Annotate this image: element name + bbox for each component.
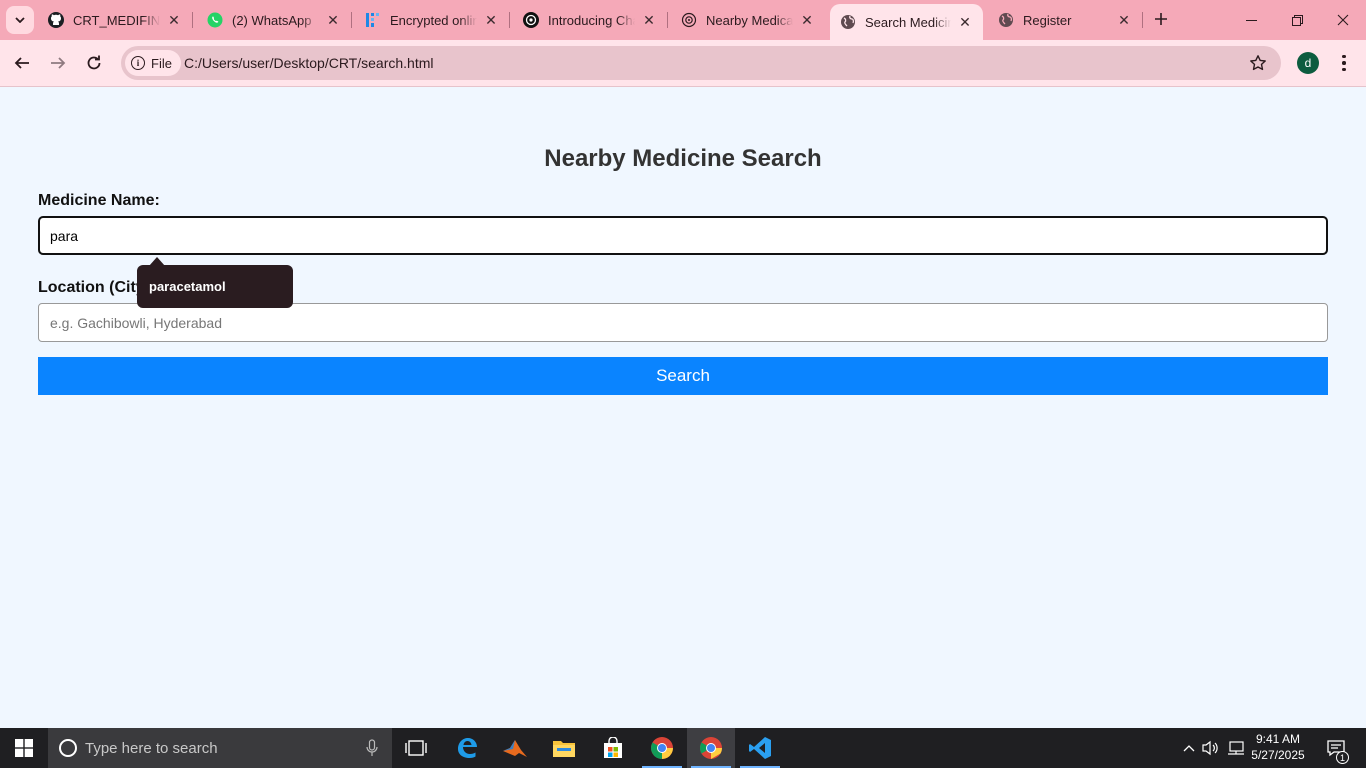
tab-register[interactable]: Register ✕: [980, 0, 1143, 40]
speaker-icon: [1202, 740, 1218, 756]
openai-icon: [681, 12, 697, 28]
whatsapp-icon: [207, 12, 223, 28]
windows-logo-icon: [15, 739, 33, 757]
microphone-icon[interactable]: [366, 739, 378, 762]
taskbar-matlab[interactable]: [491, 728, 539, 768]
tab-whatsapp[interactable]: (2) WhatsApp ✕: [189, 0, 352, 40]
tab-separator: [1142, 12, 1143, 28]
close-tab-icon[interactable]: ✕: [639, 10, 659, 30]
notification-count: 1: [1336, 751, 1349, 764]
tab-title: (2) WhatsApp: [232, 12, 312, 28]
task-view-button[interactable]: [392, 728, 440, 768]
chrome-icon: [651, 737, 673, 759]
tab-encrypted[interactable]: Encrypted online… ✕: [347, 0, 510, 40]
edge-icon: [458, 738, 477, 758]
bookmark-star-icon[interactable]: [1248, 53, 1268, 73]
openai-icon: [523, 12, 539, 28]
location-placeholder: e.g. Gachibowli, Hyderabad: [50, 314, 222, 331]
browser-toolbar: i File C:/Users/user/Desktop/CRT/search.…: [0, 40, 1366, 87]
vscode-icon: [749, 737, 771, 759]
chevron-up-icon: [1183, 745, 1195, 752]
start-button[interactable]: [0, 728, 48, 768]
info-icon: i: [131, 56, 145, 70]
cortana-icon: [59, 739, 77, 757]
task-view-icon: [405, 740, 427, 756]
tab-title: Introducing ChatGPT: [548, 12, 635, 28]
restore-icon: [1291, 14, 1303, 26]
tab-search-medicine[interactable]: Search Medicine ✕: [830, 4, 983, 40]
autocomplete-suggestion[interactable]: paracetamol: [137, 257, 293, 308]
taskbar-edge[interactable]: [443, 728, 491, 768]
restore-button[interactable]: [1274, 0, 1320, 40]
site-info-chip[interactable]: i File: [125, 50, 181, 76]
browser-menu-icon[interactable]: [1334, 50, 1354, 76]
chevron-down-icon: [15, 17, 25, 23]
forward-button[interactable]: [45, 50, 71, 76]
suggestion-text: paracetamol: [149, 279, 226, 294]
close-tab-icon[interactable]: ✕: [164, 10, 184, 30]
taskbar-search-placeholder: Type here to search: [85, 739, 218, 757]
taskbar-store[interactable]: [589, 728, 637, 768]
back-button[interactable]: [9, 50, 35, 76]
plus-icon: [1155, 13, 1167, 25]
matlab-icon: [503, 740, 527, 757]
notification-center-button[interactable]: 1: [1320, 728, 1352, 768]
tab-nearby-medical[interactable]: Nearby Medical… ✕: [663, 0, 825, 40]
taskbar-clock[interactable]: 9:41 AM 5/27/2025: [1250, 731, 1306, 763]
blue-logo-icon: [365, 12, 381, 28]
store-icon: [604, 737, 622, 758]
clock-time: 9:41 AM: [1255, 732, 1301, 746]
tab-strip: CRT_MEDIFIND/… ✕ (2) WhatsApp ✕ Encrypte…: [0, 0, 1366, 40]
url-text[interactable]: C:/Users/user/Desktop/CRT/search.html: [184, 55, 433, 71]
medicine-name-input[interactable]: para: [38, 216, 1328, 255]
close-icon: [1337, 14, 1349, 26]
taskbar-vscode[interactable]: [736, 728, 784, 768]
medicine-name-label: Medicine Name:: [38, 192, 160, 209]
taskbar-file-explorer[interactable]: [540, 728, 588, 768]
reload-icon: [87, 55, 101, 70]
search-button[interactable]: Search: [38, 357, 1328, 395]
network-button[interactable]: [1224, 728, 1248, 768]
tab-github[interactable]: CRT_MEDIFIND/… ✕: [30, 0, 193, 40]
taskbar-chrome[interactable]: [638, 728, 686, 768]
close-window-button[interactable]: [1320, 0, 1366, 40]
close-tab-icon[interactable]: ✕: [1114, 10, 1134, 30]
windows-taskbar: Type here to search 9:41 AM 5/27/2025 1: [0, 728, 1366, 768]
page-title: Nearby Medicine Search: [544, 145, 822, 172]
github-icon: [48, 12, 64, 28]
close-tab-icon[interactable]: ✕: [955, 12, 975, 32]
globe-icon: [840, 14, 856, 30]
tab-introducing-chatgpt[interactable]: Introducing ChatGPT ✕: [505, 0, 668, 40]
close-tab-icon[interactable]: ✕: [797, 10, 817, 30]
minimize-icon: [1245, 19, 1257, 21]
chrome-icon: [700, 737, 722, 759]
tab-title: Nearby Medical…: [706, 12, 793, 28]
arrow-left-icon: [14, 57, 29, 69]
clock-date: 5/27/2025: [1251, 748, 1305, 762]
tab-title: CRT_MEDIFIND/…: [73, 12, 160, 28]
location-input[interactable]: e.g. Gachibowli, Hyderabad: [38, 303, 1328, 342]
volume-button[interactable]: [1200, 728, 1222, 768]
reload-button[interactable]: [81, 50, 107, 76]
site-info-label: File: [151, 55, 172, 71]
tab-title: Search Medicine: [865, 14, 951, 30]
folder-icon: [553, 741, 575, 757]
tab-title: Register: [1023, 12, 1072, 28]
new-tab-button[interactable]: [1150, 9, 1172, 31]
address-bar[interactable]: i File C:/Users/user/Desktop/CRT/search.…: [121, 46, 1281, 80]
globe-icon: [998, 12, 1014, 28]
network-icon: [1228, 741, 1244, 755]
taskbar-chrome-profile[interactable]: [687, 728, 735, 768]
arrow-right-icon: [51, 57, 66, 69]
profile-avatar[interactable]: d: [1297, 52, 1319, 74]
close-tab-icon[interactable]: ✕: [481, 10, 501, 30]
show-hidden-icons[interactable]: [1178, 728, 1200, 768]
minimize-button[interactable]: [1228, 0, 1274, 40]
taskbar-search-box[interactable]: Type here to search: [48, 728, 392, 768]
tab-title: Encrypted online…: [390, 12, 477, 28]
close-tab-icon[interactable]: ✕: [323, 10, 343, 30]
medicine-name-value: para: [50, 227, 79, 244]
